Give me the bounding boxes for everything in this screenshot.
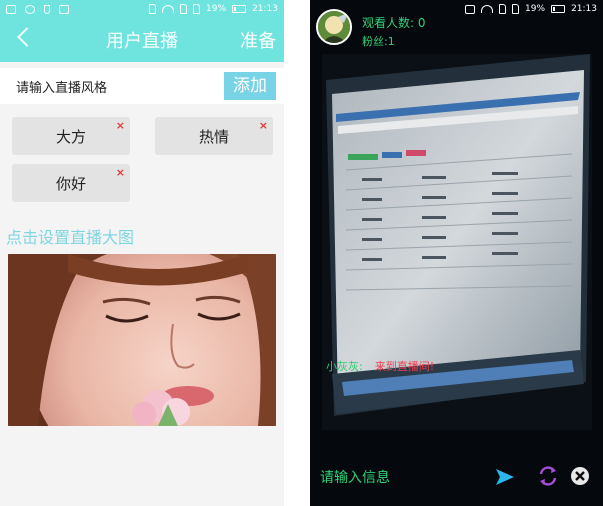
screenshot-icon [6, 4, 16, 14]
add-button[interactable]: 添加 [224, 72, 276, 100]
battery-percent: 19% [525, 4, 546, 14]
remove-tag-icon[interactable]: × [259, 119, 268, 132]
status-bar: 19% 21:13 [310, 0, 603, 18]
fan-count: 粉丝:1 [362, 35, 395, 48]
status-bar: 19% 21:13 [0, 0, 284, 18]
live-setup-screen: 19% 21:13 用户直播 准备 请输入直播风格 添加 大方 × 热情 × 你… [0, 0, 284, 506]
tag-label: 热情 [198, 127, 229, 146]
wifi-icon [481, 5, 494, 13]
message-input[interactable]: 请输入信息 [320, 467, 390, 487]
chat-text: 来到直播间! [374, 360, 435, 373]
remove-tag-icon[interactable]: × [116, 119, 125, 132]
style-input-row: 请输入直播风格 添加 [0, 68, 284, 104]
style-tag[interactable]: 大方 × [12, 117, 130, 155]
tag-label: 大方 [55, 127, 86, 146]
sim-icon-3 [193, 4, 201, 14]
battery-percent: 19% [206, 4, 227, 14]
notification-icon [465, 4, 476, 14]
clock: 21:13 [252, 4, 278, 14]
viewer-count: 观看人数: 0 [362, 16, 426, 30]
style-tag[interactable]: 热情 × [155, 117, 273, 155]
style-input[interactable]: 请输入直播风格 [16, 77, 107, 96]
tag-label: 你好 [55, 174, 86, 193]
battery-icon [551, 5, 566, 13]
alarm-icon [25, 4, 35, 14]
send-icon[interactable] [494, 466, 516, 488]
screenshot: 19% 21:13 用户直播 准备 请输入直播风格 添加 大方 × 热情 × 你… [0, 0, 603, 506]
close-icon[interactable] [570, 466, 590, 486]
chat-message: 小灰灰: 来到直播间! [326, 358, 434, 374]
battery-icon [232, 5, 247, 13]
sim-icon [149, 4, 157, 14]
remove-tag-icon[interactable]: × [116, 166, 125, 179]
bottom-bar: 请输入信息 [310, 462, 603, 492]
switch-camera-icon[interactable] [536, 464, 560, 488]
ready-button[interactable]: 准备 [240, 27, 276, 53]
sim-icon-2 [180, 4, 188, 14]
avatar[interactable] [316, 9, 352, 45]
wifi-icon [162, 5, 175, 13]
sim-icon [499, 4, 507, 14]
usb-icon [44, 4, 50, 14]
clock: 21:13 [571, 4, 597, 14]
sim-icon-2 [512, 4, 520, 14]
style-tag[interactable]: 你好 × [12, 164, 130, 202]
set-cover-link[interactable]: 点击设置直播大图 [6, 224, 134, 248]
chat-username: 小灰灰: [326, 360, 363, 373]
notification-icon [59, 4, 69, 14]
cover-image[interactable] [8, 254, 276, 426]
live-broadcast-screen: 19% 21:13 观看人数: 0 粉丝:1 小灰灰: 来到直播间! 请输入信息 [310, 0, 603, 506]
header: 用户直播 准备 [0, 18, 284, 62]
